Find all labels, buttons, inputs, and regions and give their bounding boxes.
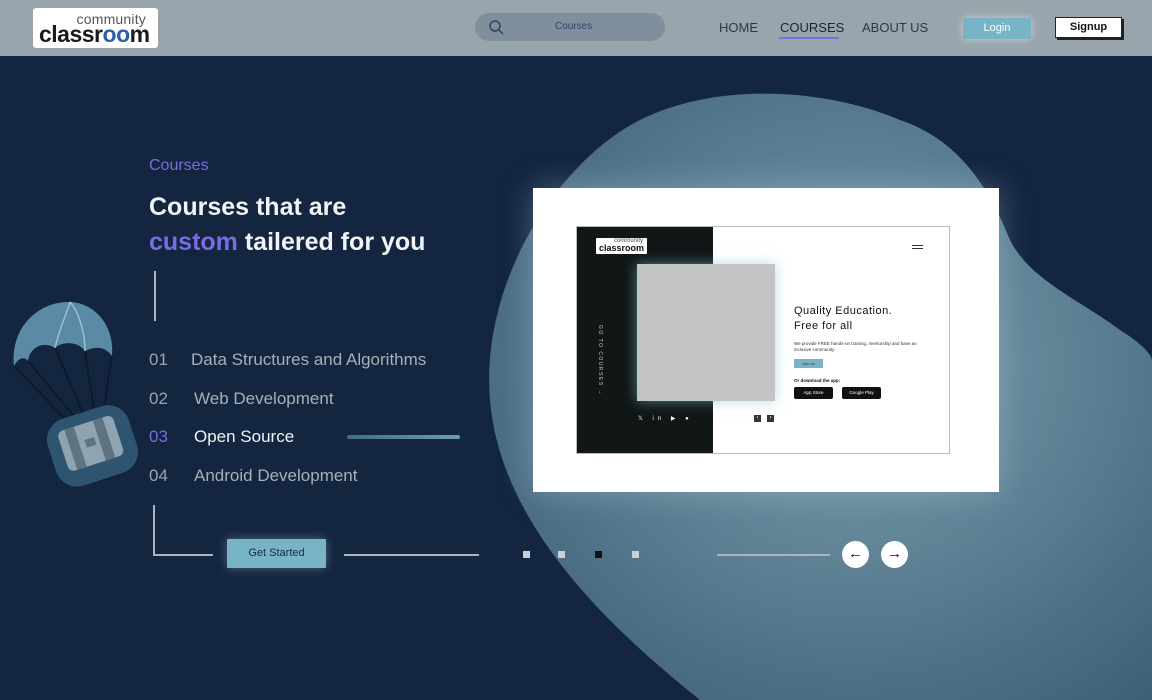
app-store-badge: App Store — [794, 387, 833, 399]
hamburger-icon — [912, 245, 923, 249]
nav-home-link[interactable]: HOME — [719, 20, 758, 35]
course-number: 04 — [149, 466, 168, 485]
navbar: community classroom Courses HOME COURSES… — [0, 0, 1152, 56]
logo[interactable]: community classroom — [33, 8, 158, 48]
preview-title: Quality Education. Free for all — [794, 305, 893, 332]
get-started-button[interactable]: Get Started — [227, 539, 326, 568]
preview-subtitle: We provide FREE hands-on training, mento… — [794, 341, 917, 352]
preview-screenshot: community classroom GO TO COURSES → 𝕏 in… — [576, 226, 950, 454]
nav-about-link[interactable]: ABOUT US — [862, 20, 928, 35]
preview-social-icons: 𝕏 in ▶ ● — [638, 416, 693, 422]
preview-logo: community classroom — [596, 238, 647, 254]
search-value: Courses — [555, 21, 593, 32]
course-name: Data Structures and Algorithms — [191, 350, 427, 369]
preview-join-button: Join us — [794, 359, 823, 368]
preview-arrows: ‹ › — [754, 415, 780, 422]
decorative-line — [717, 554, 830, 556]
course-number: 02 — [149, 389, 168, 408]
course-preview-card[interactable]: community classroom GO TO COURSES → 𝕏 in… — [533, 188, 999, 492]
preview-vertical-text: GO TO COURSES → — [597, 325, 603, 396]
headline-line1: Courses that are — [149, 193, 347, 221]
headline-accent: custom — [149, 228, 238, 256]
hero-headline: Courses that are custom tailered for you — [149, 190, 425, 260]
search-input[interactable]: Courses — [475, 13, 665, 41]
decorative-corner-line — [153, 505, 213, 556]
decorative-line — [154, 271, 156, 321]
carousel-dot-4[interactable] — [632, 551, 639, 558]
active-course-indicator — [347, 435, 460, 439]
carousel-dot-1[interactable] — [523, 551, 530, 558]
logo-bottom-text: classroom — [39, 21, 150, 47]
next-arrow-button[interactable]: → — [881, 541, 908, 568]
course-name: Web Development — [194, 389, 334, 408]
course-number: 03 — [149, 427, 168, 446]
parachute-illustration — [13, 301, 138, 487]
carousel-dot-2[interactable] — [558, 551, 565, 558]
google-play-badge: Google Play — [842, 387, 881, 399]
course-name: Open Source — [194, 427, 295, 446]
carousel-dot-3[interactable] — [595, 551, 602, 558]
preview-image-placeholder — [637, 264, 775, 401]
preview-download-label: Or download the app: — [794, 378, 841, 383]
decorative-line — [344, 554, 479, 556]
nav-courses-link[interactable]: COURSES — [780, 20, 844, 35]
login-button[interactable]: Login — [963, 18, 1031, 39]
headline-line2: custom tailered for you — [149, 225, 425, 260]
search-icon — [489, 20, 504, 35]
section-eyebrow: Courses — [149, 157, 209, 174]
prev-arrow-button[interactable]: ← — [842, 541, 869, 568]
signup-button[interactable]: Signup — [1055, 17, 1122, 38]
active-nav-underline — [779, 37, 839, 39]
course-number: 01 — [149, 350, 168, 369]
headline-rest: tailered for you — [244, 228, 426, 256]
course-name: Android Development — [194, 466, 358, 485]
